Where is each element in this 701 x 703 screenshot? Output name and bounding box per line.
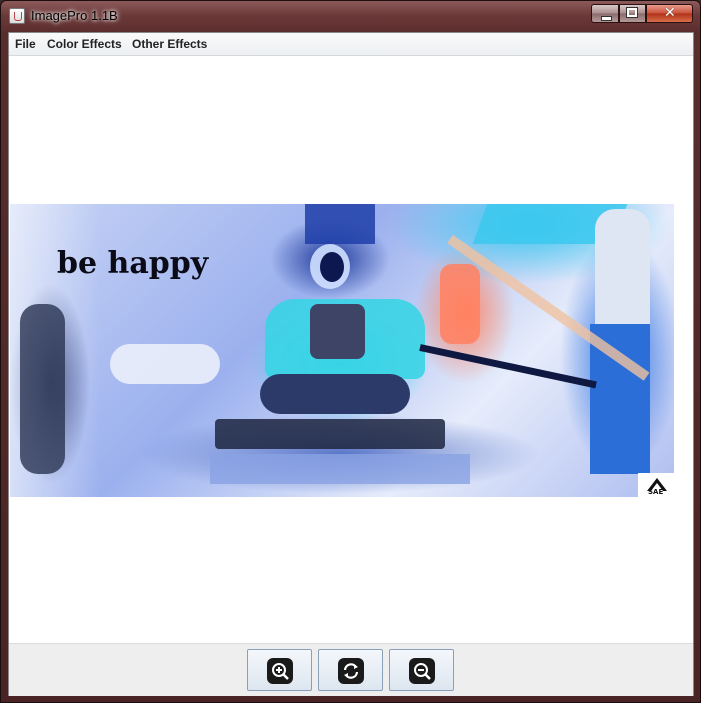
svg-text:SAE: SAE — [648, 488, 663, 495]
menu-color-effects[interactable]: Color Effects — [47, 37, 122, 51]
rotate-button[interactable] — [318, 649, 383, 691]
menu-other-effects[interactable]: Other Effects — [132, 37, 207, 51]
menu-bar: File Color Effects Other Effects — [9, 33, 693, 56]
image-region — [20, 304, 65, 474]
close-icon: ✕ — [664, 5, 676, 21]
image-caption-text: be happy — [57, 246, 209, 281]
displayed-image: be happy SAE — [10, 204, 674, 497]
maximize-icon — [626, 7, 638, 18]
window-title: ImagePro 1.1B — [31, 8, 118, 23]
java-app-icon[interactable] — [9, 8, 25, 24]
image-region — [595, 209, 650, 334]
rotate-icon — [338, 658, 364, 684]
zoom-in-icon — [267, 658, 293, 684]
zoom-in-button[interactable] — [247, 649, 312, 691]
minimize-icon — [601, 16, 612, 21]
title-bar[interactable]: ImagePro 1.1B ✕ — [1, 1, 700, 31]
minimize-button[interactable] — [591, 4, 619, 23]
maximize-button[interactable] — [619, 4, 646, 23]
client-area: File Color Effects Other Effects be happ… — [8, 32, 694, 696]
image-region — [260, 374, 410, 414]
image-region — [310, 304, 365, 359]
image-region — [440, 264, 480, 344]
sae-logo-icon: SAE — [638, 473, 674, 497]
zoom-out-button[interactable] — [389, 649, 454, 691]
app-window: ImagePro 1.1B ✕ File Color Effects Other… — [0, 0, 701, 703]
image-region — [215, 419, 445, 449]
image-region — [210, 454, 470, 484]
image-region — [110, 344, 220, 384]
bottom-toolbar — [9, 643, 693, 696]
zoom-out-icon — [409, 658, 435, 684]
image-canvas[interactable]: be happy SAE — [9, 56, 693, 643]
image-region — [305, 204, 375, 244]
image-region — [419, 344, 597, 389]
menu-file[interactable]: File — [15, 37, 36, 51]
close-button[interactable]: ✕ — [646, 4, 693, 23]
image-region — [320, 252, 344, 282]
